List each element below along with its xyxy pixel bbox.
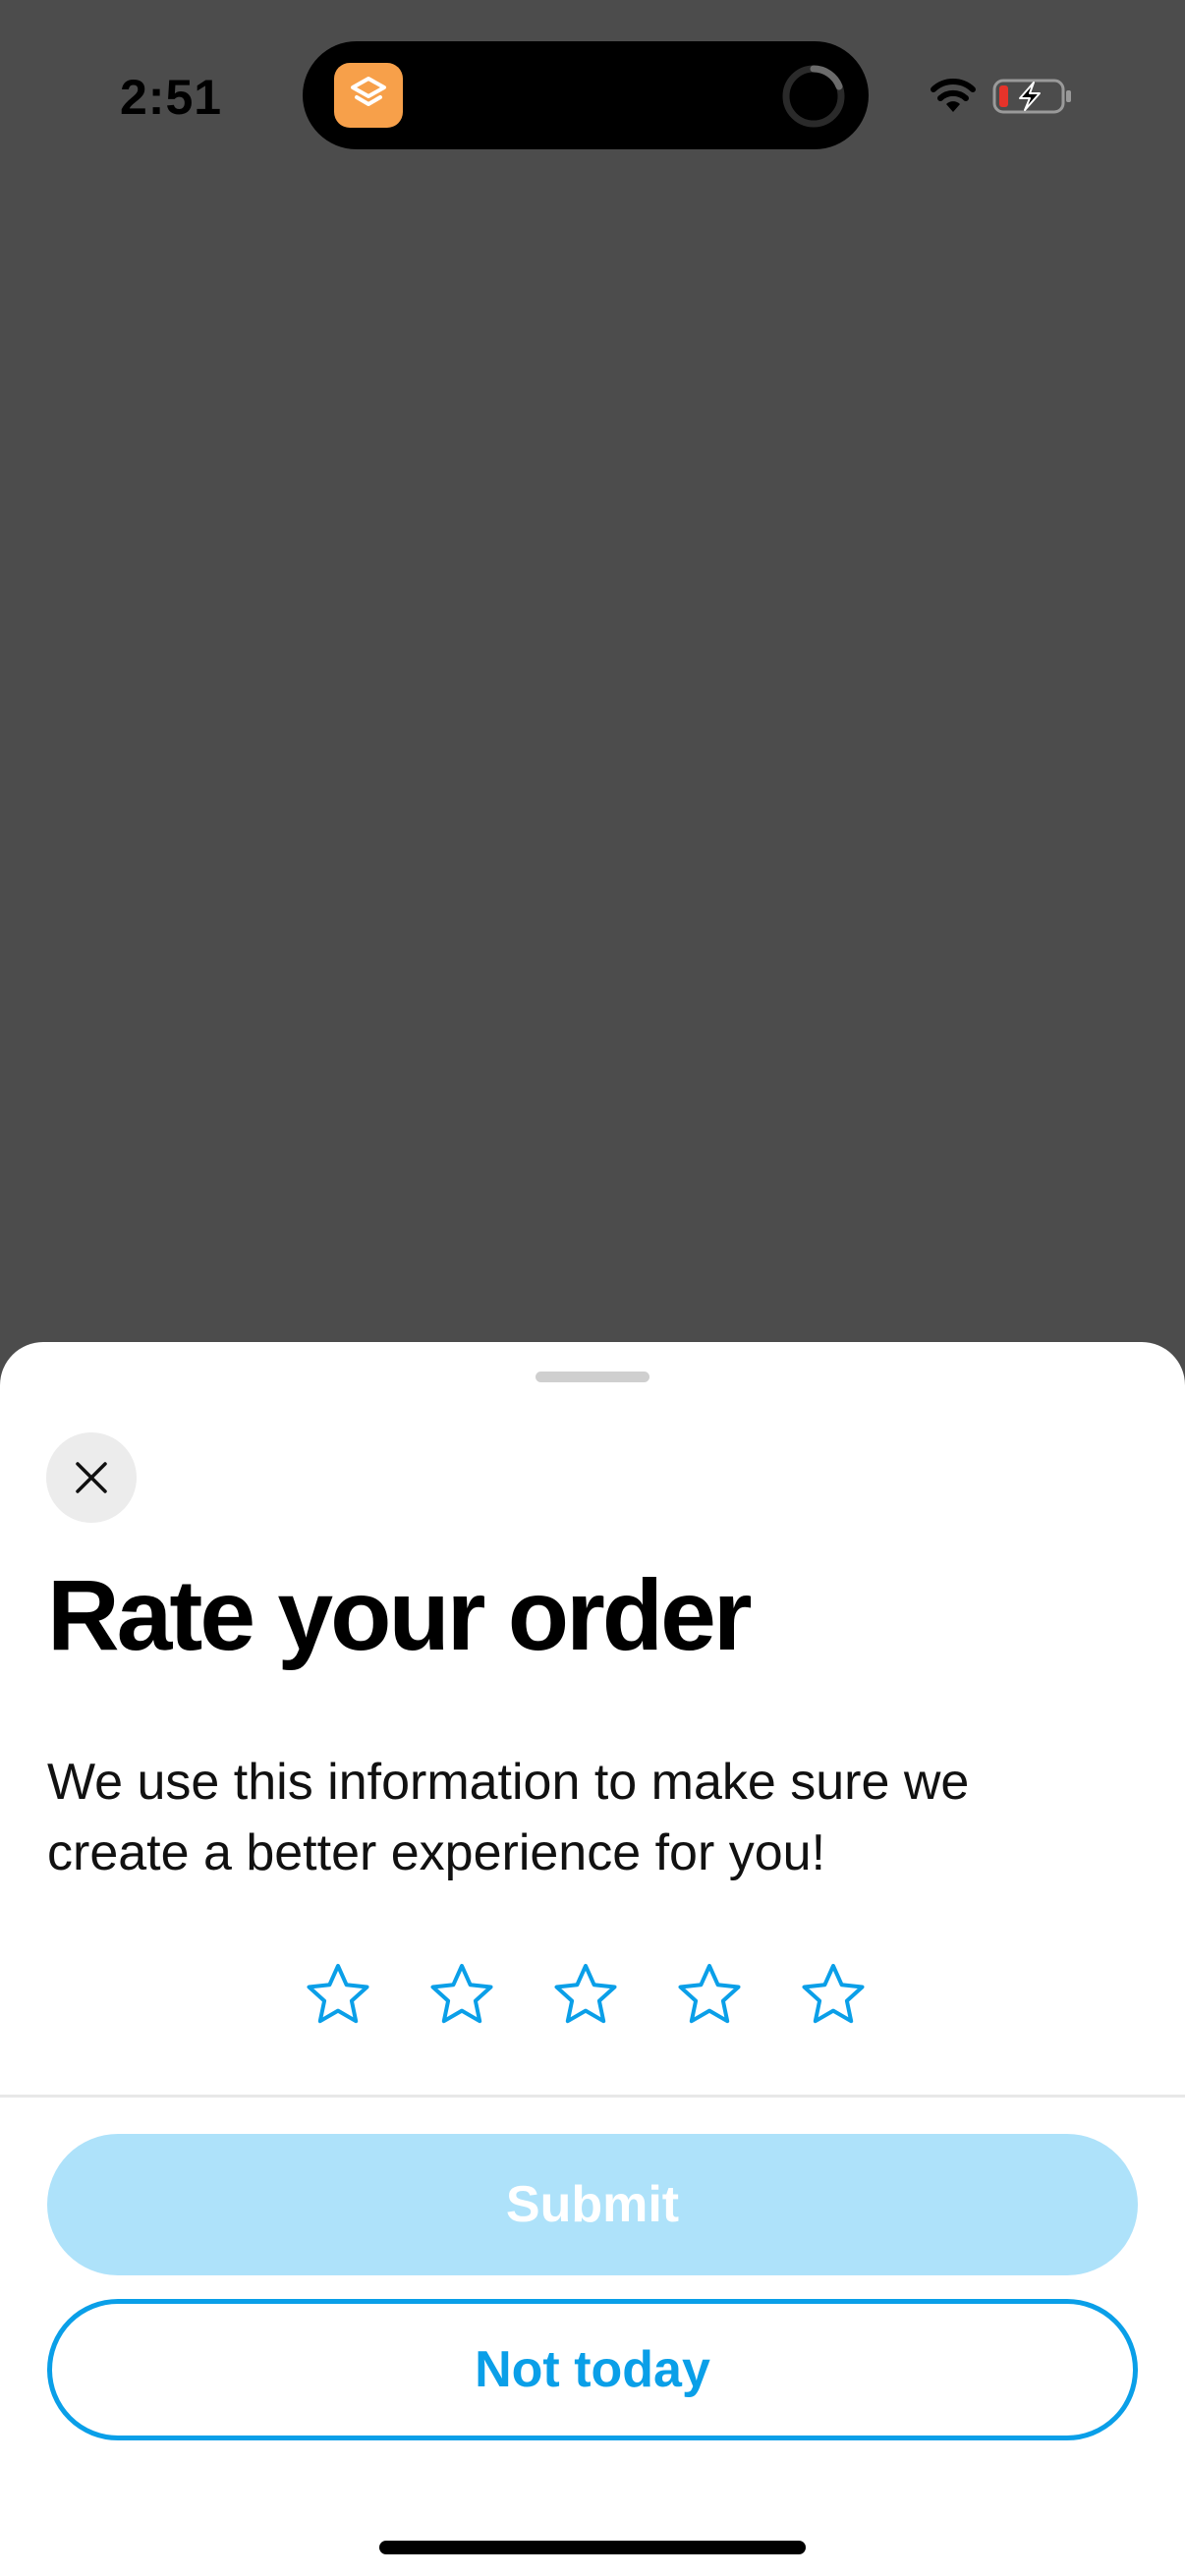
home-indicator[interactable] xyxy=(379,2541,806,2554)
star-3-icon[interactable] xyxy=(552,1961,619,2028)
submit-button[interactable]: Submit xyxy=(47,2134,1138,2275)
star-4-icon[interactable] xyxy=(676,1961,743,2028)
close-button[interactable] xyxy=(46,1432,137,1523)
sheet-grabber[interactable] xyxy=(536,1372,649,1382)
shortcuts-app-icon xyxy=(334,63,403,128)
star-2-icon[interactable] xyxy=(428,1961,495,2028)
wifi-icon xyxy=(929,77,978,114)
divider xyxy=(0,2095,1185,2098)
page-title: Rate your order xyxy=(47,1559,753,1671)
dynamic-island[interactable] xyxy=(303,41,869,149)
not-today-button[interactable]: Not today xyxy=(47,2299,1138,2440)
description-text: We use this information to make sure we … xyxy=(47,1754,970,1881)
star-5-icon[interactable] xyxy=(800,1961,867,2028)
status-bar: 2:51 xyxy=(0,0,1185,187)
loading-spinner-icon xyxy=(780,63,847,130)
rating-bottom-sheet: Rate your order We use this information … xyxy=(0,1342,1185,2576)
battery-charging-icon xyxy=(992,77,1073,116)
close-icon xyxy=(76,1462,107,1493)
star-1-icon[interactable] xyxy=(305,1961,371,2028)
status-time: 2:51 xyxy=(120,70,223,125)
star-rating xyxy=(305,1961,867,2028)
